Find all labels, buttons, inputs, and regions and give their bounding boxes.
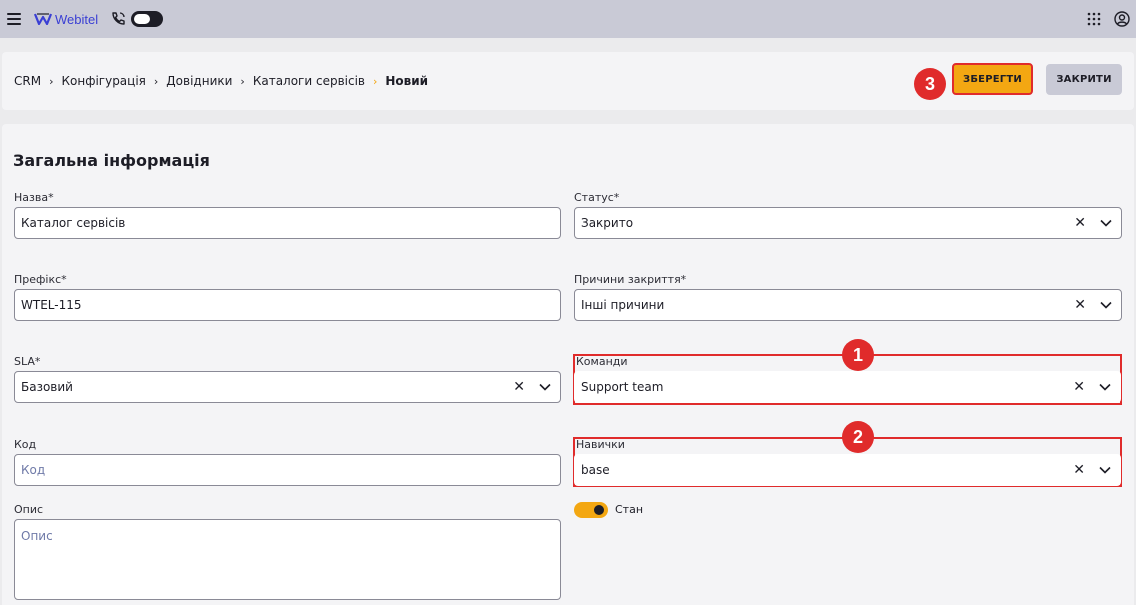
code-label: Код bbox=[14, 438, 37, 451]
prefix-label: Префікс* bbox=[14, 273, 67, 286]
breadcrumb-separator-icon: › bbox=[372, 74, 378, 88]
skills-select[interactable]: base ✕ bbox=[574, 454, 1121, 486]
clear-icon[interactable]: ✕ bbox=[1073, 463, 1085, 477]
webitel-logo-mark bbox=[34, 13, 52, 25]
name-input[interactable]: Каталог сервісів bbox=[14, 207, 561, 239]
breadcrumb-item-dictionaries[interactable]: Довідники bbox=[166, 74, 232, 88]
logo-text: Webitel bbox=[55, 11, 99, 27]
name-value: Каталог сервісів bbox=[21, 216, 126, 230]
description-placeholder: Опис bbox=[21, 529, 53, 543]
skills-value: base bbox=[581, 463, 610, 477]
state-toggle[interactable] bbox=[574, 502, 608, 518]
breadcrumb: CRM › Конфігурація › Довідники › Каталог… bbox=[14, 74, 428, 88]
status-switch[interactable] bbox=[131, 11, 164, 27]
clear-icon[interactable]: ✕ bbox=[1073, 380, 1085, 394]
code-input[interactable]: Код bbox=[14, 454, 561, 486]
breadcrumb-current: Новий bbox=[385, 74, 429, 88]
close-reasons-select[interactable]: Інші причини ✕ bbox=[574, 289, 1122, 321]
chevron-down-icon[interactable] bbox=[1099, 383, 1111, 391]
annotation-badge-2: 2 bbox=[842, 421, 874, 453]
code-placeholder: Код bbox=[21, 463, 46, 477]
breadcrumb-item-configuration[interactable]: Конфігурація bbox=[61, 74, 145, 88]
description-textarea[interactable]: Опис bbox=[14, 519, 561, 600]
state-label: Стан bbox=[615, 503, 644, 516]
description-label: Опис bbox=[14, 503, 44, 516]
status-value: Закрито bbox=[581, 216, 634, 230]
clear-icon[interactable]: ✕ bbox=[1074, 298, 1086, 312]
menu-icon[interactable] bbox=[7, 13, 21, 25]
save-button[interactable]: ЗБЕРЕГТИ bbox=[952, 63, 1033, 95]
chevron-down-icon[interactable] bbox=[539, 383, 551, 391]
sla-label: SLA* bbox=[14, 355, 41, 368]
status-label: Статус* bbox=[574, 191, 620, 204]
clear-icon[interactable]: ✕ bbox=[1074, 216, 1086, 230]
breadcrumb-separator-icon: › bbox=[153, 74, 159, 88]
status-select[interactable]: Закрито ✕ bbox=[574, 207, 1122, 239]
teams-label: Команди bbox=[576, 355, 628, 368]
close-button[interactable]: ЗАКРИТИ bbox=[1046, 64, 1122, 95]
chevron-down-icon[interactable] bbox=[1100, 301, 1112, 309]
breadcrumb-separator-icon: › bbox=[49, 74, 54, 88]
skills-label: Навички bbox=[576, 438, 625, 451]
name-label: Назва* bbox=[14, 191, 54, 204]
sla-select[interactable]: Базовий ✕ bbox=[14, 371, 561, 403]
teams-select[interactable]: Support team ✕ bbox=[574, 371, 1121, 403]
top-bar: Webitel bbox=[0, 0, 1136, 38]
apps-grid-icon[interactable] bbox=[1087, 12, 1101, 26]
breadcrumb-item-crm[interactable]: CRM bbox=[14, 74, 41, 88]
prefix-value: WTEL-115 bbox=[21, 298, 82, 312]
breadcrumb-separator-icon: › bbox=[240, 74, 245, 88]
account-icon[interactable] bbox=[1114, 11, 1130, 27]
clear-icon[interactable]: ✕ bbox=[513, 380, 525, 394]
sla-value: Базовий bbox=[21, 380, 73, 394]
webitel-logo[interactable]: Webitel bbox=[34, 12, 98, 27]
close-reasons-label: Причини закриття* bbox=[574, 273, 687, 286]
prefix-input[interactable]: WTEL-115 bbox=[14, 289, 561, 321]
section-title: Загальна інформація bbox=[13, 151, 210, 170]
teams-value: Support team bbox=[581, 380, 664, 394]
annotation-badge-3: 3 bbox=[914, 68, 946, 100]
phone-icon[interactable] bbox=[110, 11, 126, 27]
annotation-badge-1: 1 bbox=[842, 339, 874, 371]
chevron-down-icon[interactable] bbox=[1099, 466, 1111, 474]
chevron-down-icon[interactable] bbox=[1100, 219, 1112, 227]
close-reasons-value: Інші причини bbox=[581, 298, 665, 312]
breadcrumb-item-service-catalogs[interactable]: Каталоги сервісів bbox=[253, 74, 365, 88]
